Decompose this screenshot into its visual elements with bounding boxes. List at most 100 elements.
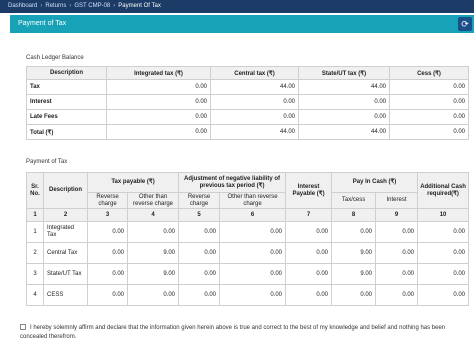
tax-payable-other-cell: 9.00: [126, 263, 180, 285]
state-tax-value: 44.00: [298, 124, 390, 140]
other-reverse-header: Other than reverse charge: [126, 192, 180, 209]
column-number: 9: [375, 208, 419, 222]
tax-payable-reverse-cell: 0.00: [87, 284, 128, 306]
adjustment-other-cell: 0.00: [219, 263, 287, 285]
row-label: Total (₹): [26, 124, 107, 140]
column-header: Central tax (₹): [210, 66, 299, 80]
cess-value: 0.00: [389, 124, 469, 140]
tax-payable-other-cell: 9.00: [126, 242, 180, 264]
pay-in-cash-header: Pay In Cash (₹): [331, 172, 419, 193]
integrated-tax-value: 0.00: [106, 94, 211, 110]
column-number: 10: [417, 208, 470, 222]
tax-payable-reverse-cell: 0.00: [87, 242, 128, 264]
tax-payable-reverse-cell: 0.00: [87, 221, 128, 243]
payment-of-tax-table: Sr. No. Description Tax payable (₹) Adju…: [26, 172, 470, 306]
central-tax-value: 0.00: [210, 94, 299, 110]
integrated-tax-value: 0.00: [106, 109, 211, 125]
tax-cess-cell: 9.00: [331, 242, 377, 264]
table-row: 2 Central Tax 0.00 9.00 0.00 0.00 0.00 9…: [26, 242, 470, 264]
declaration: I hereby solemnly affirm and declare tha…: [20, 324, 470, 342]
cash-ledger-table: Description Integrated tax (₹) Central t…: [26, 66, 469, 140]
breadcrumb-current: Payment Of Tax: [118, 3, 161, 9]
payment-of-tax-label: Payment of Tax: [26, 159, 68, 165]
description-cell: Integrated Tax: [43, 221, 88, 243]
tax-payable-header: Tax payable (₹): [86, 172, 180, 193]
column-number: 1: [26, 208, 44, 222]
reverse-charge-header: Reverse charge: [178, 192, 221, 209]
adjustment-other-cell: 0.00: [219, 284, 287, 306]
interest-payable-cell: 0.00: [285, 263, 333, 285]
integrated-tax-value: 0.00: [106, 124, 211, 140]
sr-no-cell: 4: [26, 284, 44, 306]
description-cell: State/UT Tax: [43, 263, 88, 285]
tax-cess-header: Tax/cess: [331, 192, 377, 209]
interest-payable-cell: 0.00: [285, 284, 333, 306]
breadcrumb: Dashboard › Returns › GST CMP-08 › Payment Of …: [0, 0, 474, 13]
adjustment-reverse-cell: 0.00: [178, 284, 221, 306]
cash-ledger-label: Cash Ledger Balance: [26, 55, 84, 61]
breadcrumb-dashboard[interactable]: Dashboard: [8, 3, 37, 9]
interest-cell: 0.00: [375, 263, 419, 285]
tax-payable-reverse-cell: 0.00: [87, 263, 128, 285]
declaration-checkbox[interactable]: [20, 324, 26, 331]
column-number: 8: [331, 208, 377, 222]
interest-cell: 0.00: [375, 284, 419, 306]
adjustment-other-cell: 0.00: [219, 242, 287, 264]
interest-header: Interest: [375, 192, 419, 209]
interest-cell: 0.00: [375, 221, 419, 243]
adjustment-reverse-cell: 0.00: [178, 263, 221, 285]
tax-payable-other-cell: 0.00: [126, 221, 180, 243]
column-header: Cess (₹): [389, 66, 469, 80]
sr-no-header: Sr. No.: [26, 172, 44, 209]
state-tax-value: 0.00: [298, 109, 390, 125]
column-number: 7: [285, 208, 333, 222]
table-row: Tax 0.00 44.00 44.00 0.00: [26, 79, 469, 95]
additional-cash-cell: 0.00: [417, 242, 470, 264]
table-row-total: Total (₹) 0.00 44.00 44.00 0.00: [26, 124, 469, 140]
refresh-button[interactable]: ⟳: [458, 17, 472, 31]
interest-cell: 0.00: [375, 242, 419, 264]
adjustment-reverse-cell: 0.00: [178, 221, 221, 243]
tax-cess-cell: 0.00: [331, 221, 377, 243]
cess-value: 0.00: [389, 79, 469, 95]
breadcrumb-gst-cmp-08[interactable]: GST CMP-08: [74, 3, 110, 9]
column-number: 6: [219, 208, 287, 222]
sr-no-cell: 3: [26, 263, 44, 285]
adjustment-header: Adjustment of negative liability of prev…: [178, 172, 287, 193]
cess-value: 0.00: [389, 94, 469, 110]
tax-payable-other-cell: 0.00: [126, 284, 180, 306]
table-row: 1 Integrated Tax 0.00 0.00 0.00 0.00 0.0…: [26, 221, 470, 243]
page-title-bar: Payment of Tax ⟳: [10, 15, 474, 33]
column-header: Description: [26, 66, 107, 80]
column-header: State/UT tax (₹): [298, 66, 390, 80]
state-tax-value: 0.00: [298, 94, 390, 110]
refresh-icon: ⟳: [461, 19, 469, 29]
description-header: Description: [43, 172, 88, 209]
interest-payable-header: Interest Payable (₹): [285, 172, 333, 209]
adjustment-reverse-cell: 0.00: [178, 242, 221, 264]
tax-cess-cell: 0.00: [331, 284, 377, 306]
additional-cash-cell: 0.00: [417, 221, 470, 243]
interest-payable-cell: 0.00: [285, 221, 333, 243]
column-number: 3: [87, 208, 128, 222]
description-cell: CESS: [43, 284, 88, 306]
table-row: 3 State/UT Tax 0.00 9.00 0.00 0.00 0.00 …: [26, 263, 470, 285]
row-label: Interest: [26, 94, 107, 110]
table-row: Interest 0.00 0.00 0.00 0.00: [26, 94, 469, 110]
cess-value: 0.00: [389, 109, 469, 125]
central-tax-value: 0.00: [210, 109, 299, 125]
central-tax-value: 44.00: [210, 79, 299, 95]
column-header: Integrated tax (₹): [106, 66, 211, 80]
state-tax-value: 44.00: [298, 79, 390, 95]
table-subheader-row: Reverse charge Other than reverse charge…: [27, 192, 469, 209]
column-number: 5: [178, 208, 221, 222]
other-reverse-header: Other than reverse charge: [219, 192, 287, 209]
declaration-text: I hereby solemnly affirm and declare tha…: [20, 325, 446, 340]
page-title: Payment of Tax: [18, 20, 67, 27]
table-row: 4 CESS 0.00 0.00 0.00 0.00 0.00 0.00 0.0…: [26, 284, 470, 306]
reverse-charge-header: Reverse charge: [87, 192, 128, 209]
table-header-row: Description Integrated tax (₹) Central t…: [26, 66, 469, 80]
sr-no-cell: 1: [26, 221, 44, 243]
row-label: Tax: [26, 79, 107, 95]
breadcrumb-returns[interactable]: Returns: [45, 3, 66, 9]
